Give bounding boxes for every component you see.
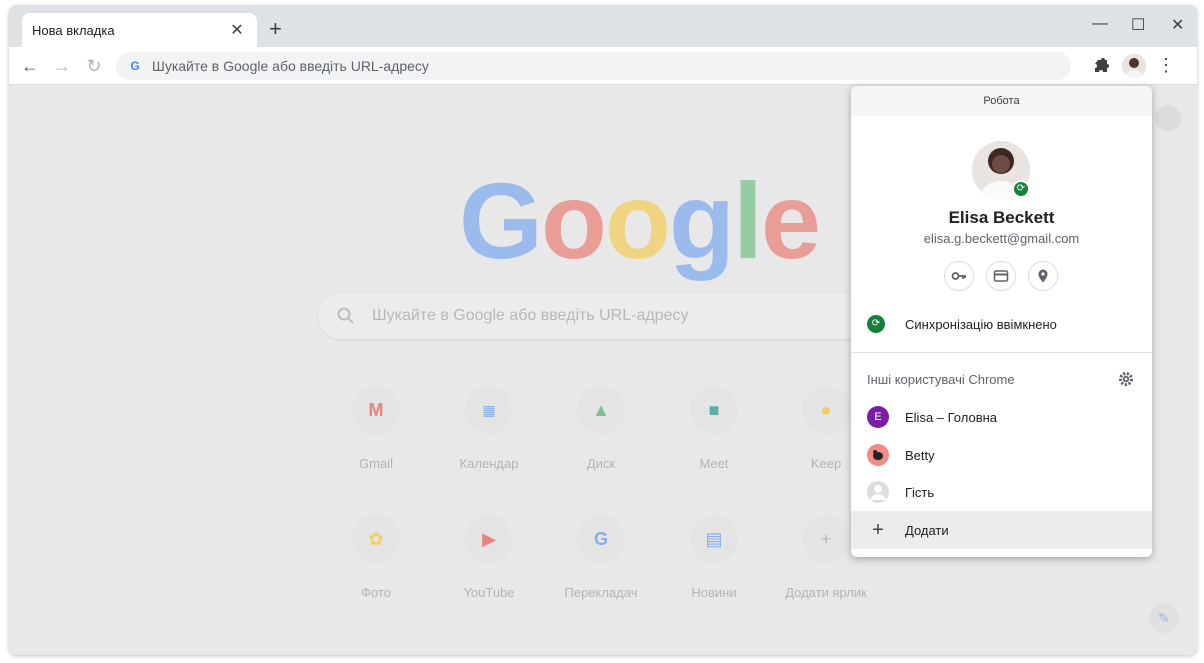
- add-profile-button[interactable]: + Додати: [851, 511, 1152, 549]
- sync-status-row[interactable]: ⟳ Синхронізацію ввімкнено: [867, 315, 1057, 333]
- drive-icon: ▲: [577, 386, 625, 434]
- popup-header: Робота: [851, 86, 1152, 116]
- toolbar: ← → ↻ G Шукайте в Google або введіть URL…: [9, 47, 1197, 85]
- tab-new-tab[interactable]: Нова вкладка ✕: [22, 13, 257, 47]
- shortcut-meet[interactable]: ■ Meet: [664, 386, 764, 471]
- sync-icon: ⟳: [867, 315, 885, 333]
- close-icon[interactable]: ✕: [227, 20, 247, 40]
- maximize-icon[interactable]: ☐: [1131, 15, 1145, 35]
- forward-arrow-icon[interactable]: →: [51, 55, 73, 77]
- shortcut-youtube[interactable]: ▶ YouTube: [439, 515, 539, 600]
- user-label: Elisa – Головна: [905, 409, 998, 425]
- omnibox[interactable]: G Шукайте в Google або введіть URL-адрес…: [116, 52, 1071, 80]
- omnibox-placeholder: Шукайте в Google або введіть URL-адресу: [152, 58, 429, 74]
- user-row-elisa-main[interactable]: E Elisa – Головна: [851, 398, 1152, 436]
- person-photo-icon: [1122, 54, 1146, 78]
- gear-icon[interactable]: [1117, 370, 1135, 388]
- google-g-icon: G: [130, 59, 140, 73]
- shortcut-gmail[interactable]: M Gmail: [326, 386, 426, 471]
- user-row-betty[interactable]: Betty: [851, 436, 1152, 474]
- extensions-puzzle-icon[interactable]: [1091, 57, 1111, 77]
- back-arrow-icon[interactable]: ←: [19, 55, 41, 77]
- meet-icon: ■: [690, 386, 738, 434]
- youtube-icon: ▶: [465, 515, 513, 563]
- reload-icon[interactable]: ↻: [83, 55, 105, 77]
- shortcut-drive[interactable]: ▲ Диск: [551, 386, 651, 471]
- sync-status-label: Синхронізацію ввімкнено: [905, 316, 1057, 332]
- calendar-icon: ▦: [465, 386, 513, 434]
- credit-card-icon: [993, 270, 1009, 282]
- keep-icon: ●: [802, 386, 850, 434]
- tab-strip: Нова вкладка ✕ + — ☐ ✕: [9, 5, 1197, 47]
- user-avatar: E: [867, 406, 889, 428]
- shortcut-translate[interactable]: G Перекладач: [551, 515, 651, 600]
- key-icon: [951, 272, 966, 280]
- shortcut-news[interactable]: ▤ Новини: [664, 515, 764, 600]
- animal-avatar-icon: [873, 450, 883, 460]
- window-close-icon[interactable]: ✕: [1171, 15, 1184, 35]
- add-icon: +: [872, 518, 884, 541]
- news-icon: ▤: [690, 515, 738, 563]
- ntp-profile-avatar[interactable]: [1155, 105, 1181, 131]
- photos-icon: ✿: [352, 515, 400, 563]
- location-pin-icon: [1038, 269, 1048, 283]
- customize-pencil-icon[interactable]: ✎: [1149, 603, 1179, 633]
- shortcut-photos[interactable]: ✿ Фото: [326, 515, 426, 600]
- user-row-guest[interactable]: Гість: [851, 473, 1152, 511]
- translate-icon: G: [577, 515, 625, 563]
- search-box[interactable]: Шукайте в Google або введіть URL-адресу: [318, 293, 898, 339]
- search-placeholder: Шукайте в Google або введіть URL-адресу: [372, 307, 689, 324]
- shortcut-calendar[interactable]: ▦ Календар: [439, 386, 539, 471]
- new-tab-button[interactable]: +: [269, 18, 282, 40]
- profile-name: Elisa Beckett: [948, 208, 1055, 227]
- minimize-icon[interactable]: —: [1092, 15, 1108, 33]
- profile-menu-popup: Робота ⟳ Elisa Beckett elisa.g.beckett@g…: [851, 86, 1152, 557]
- gmail-icon: M: [352, 386, 400, 434]
- add-profile-label: Додати: [905, 522, 949, 538]
- google-logo: Google: [459, 160, 821, 281]
- user-avatar: [867, 444, 889, 466]
- search-icon: [337, 307, 354, 324]
- sync-badge-icon: ⟳: [1012, 180, 1030, 198]
- tab-title: Нова вкладка: [32, 22, 115, 38]
- other-users-heading: Інші користувачі Chrome: [867, 372, 1015, 387]
- user-label: Betty: [905, 447, 935, 463]
- passwords-button[interactable]: [944, 261, 974, 291]
- user-label: Гість: [905, 484, 935, 500]
- profile-email: elisa.g.beckett@gmail.com: [923, 231, 1080, 246]
- addresses-button[interactable]: [1028, 261, 1058, 291]
- divider: [851, 352, 1152, 353]
- add-icon: +: [802, 515, 850, 563]
- more-vert-icon[interactable]: ⋮: [1157, 55, 1175, 75]
- profile-avatar-button[interactable]: [1122, 54, 1146, 78]
- payment-methods-button[interactable]: [986, 261, 1016, 291]
- guest-person-icon: [867, 481, 889, 503]
